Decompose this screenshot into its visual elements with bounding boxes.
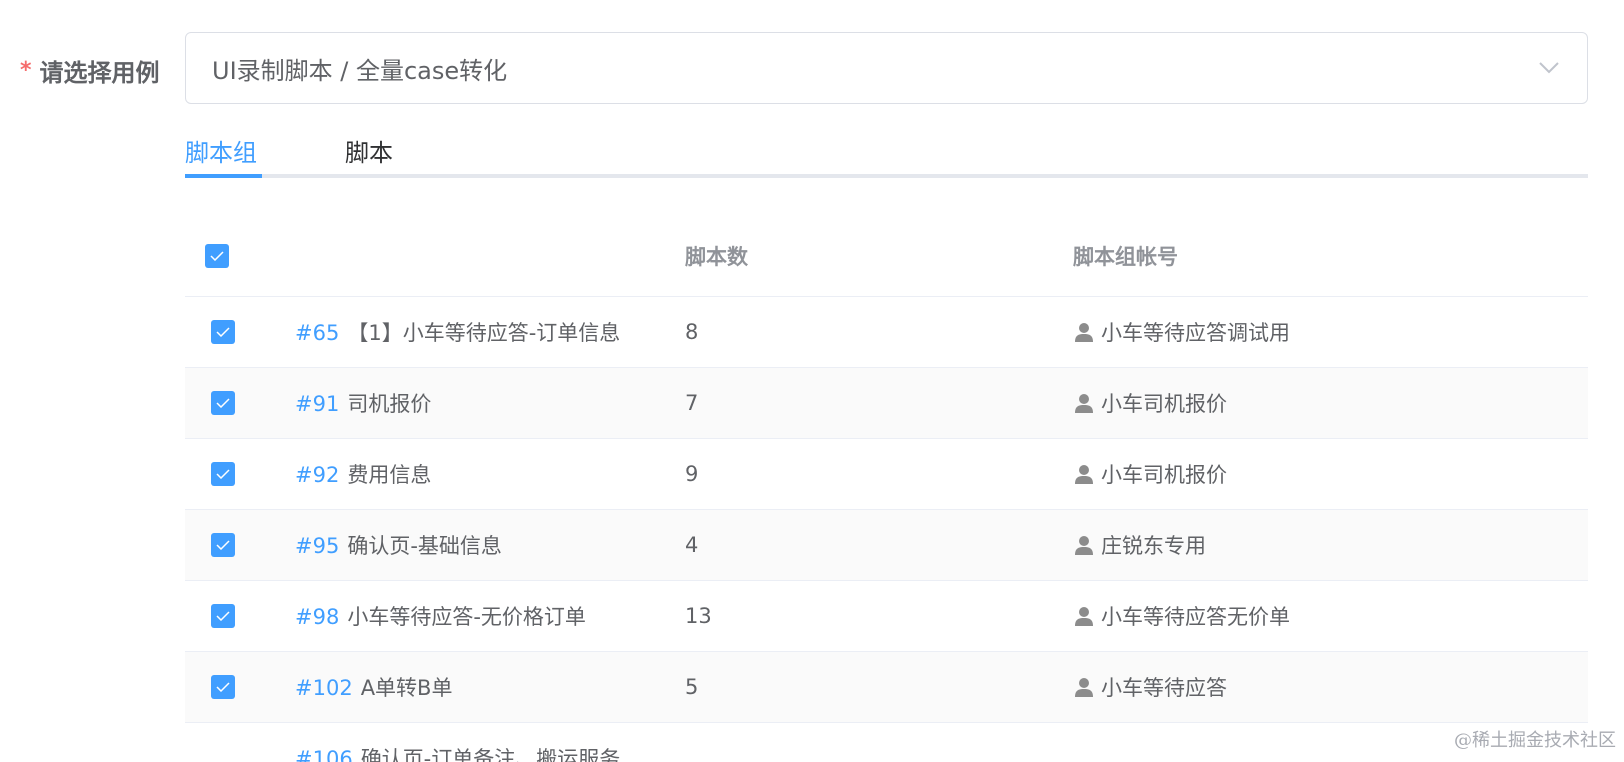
tab-script[interactable]: 脚本	[345, 126, 393, 174]
check-icon	[216, 682, 230, 692]
chevron-down-icon	[1537, 56, 1561, 80]
row-account: 小车司机报价	[1101, 392, 1227, 416]
script-group-table: 脚本数 脚本组帐号 #65 【1】小车等待应答-订单信息 8 小车等待应答调试用 #91…	[185, 215, 1588, 762]
row-name-cell: #98 小车等待应答-无价格订单	[295, 601, 685, 631]
row-checkbox[interactable]	[211, 675, 235, 699]
row-account-cell: 小车司机报价	[1073, 459, 1588, 489]
watermark: @稀土掘金技术社区	[1454, 730, 1616, 751]
row-id-link[interactable]: #91	[295, 392, 339, 416]
row-account-cell: 小车等待应答	[1073, 672, 1588, 702]
user-icon	[1073, 321, 1095, 343]
row-check-cell	[185, 391, 295, 415]
check-icon	[216, 469, 230, 479]
header-count: 脚本数	[685, 244, 748, 269]
check-icon	[210, 250, 224, 261]
case-select-value: UI录制脚本 / 全量case转化	[212, 56, 508, 85]
check-icon	[216, 540, 230, 550]
row-checkbox[interactable]	[211, 320, 235, 344]
table-header: 脚本数 脚本组帐号	[185, 215, 1588, 297]
row-account: 小车等待应答无价单	[1101, 605, 1290, 629]
row-check-cell	[185, 533, 295, 557]
row-account-cell: 小车司机报价	[1073, 388, 1588, 418]
select-all-checkbox[interactable]	[205, 243, 229, 268]
row-count: 8	[685, 320, 699, 344]
row-checkbox[interactable]	[211, 462, 235, 486]
row-name: 确认页-基础信息	[347, 534, 502, 558]
tabs-track	[185, 174, 1588, 178]
table-row[interactable]: #95 确认页-基础信息 4 庄锐东专用	[185, 510, 1588, 581]
table-row[interactable]: #98 小车等待应答-无价格订单 13 小车等待应答无价单	[185, 581, 1588, 652]
row-name-cell: #91 司机报价	[295, 388, 685, 418]
row-name: 司机报价	[347, 392, 432, 416]
form-label: * 请选择用例	[20, 50, 160, 90]
tab-script-group[interactable]: 脚本组	[185, 126, 257, 174]
row-count: 7	[685, 391, 699, 415]
row-name-cell: #92 费用信息	[295, 459, 685, 489]
table-row[interactable]: #91 司机报价 7 小车司机报价	[185, 368, 1588, 439]
check-icon	[216, 398, 230, 408]
row-checkbox[interactable]	[211, 604, 235, 628]
tab-active-indicator	[185, 174, 262, 178]
case-select[interactable]: UI录制脚本 / 全量case转化	[185, 32, 1588, 104]
row-count: 4	[685, 533, 699, 557]
row-id-link[interactable]: #98	[295, 605, 339, 629]
user-icon	[1073, 463, 1095, 485]
row-count: 5	[685, 675, 699, 699]
row-checkbox[interactable]	[211, 391, 235, 415]
check-icon	[216, 327, 230, 337]
row-account: 小车等待应答调试用	[1101, 321, 1290, 345]
row-account: 小车司机报价	[1101, 463, 1227, 487]
table-body: #65 【1】小车等待应答-订单信息 8 小车等待应答调试用 #91 司机报价 7 小车司机报…	[185, 297, 1588, 762]
row-count: 13	[685, 604, 712, 628]
table-row[interactable]: #102 A单转B单 5 小车等待应答	[185, 652, 1588, 723]
row-account-cell: 庄锐东专用	[1073, 530, 1588, 560]
row-checkbox[interactable]	[211, 533, 235, 557]
row-name-cell: #102 A单转B单	[295, 672, 685, 702]
table-row[interactable]: #106 确认页-订单备注、搬运服务	[185, 723, 1588, 762]
row-account-cell: 小车等待应答无价单	[1073, 601, 1588, 631]
user-icon	[1073, 534, 1095, 556]
row-id-link[interactable]: #95	[295, 534, 339, 558]
row-name-cell: #106 确认页-订单备注、搬运服务	[295, 743, 685, 762]
row-account-cell: 小车等待应答调试用	[1073, 317, 1588, 347]
row-name: 【1】小车等待应答-订单信息	[347, 321, 621, 345]
row-id-link[interactable]: #65	[295, 321, 339, 345]
table-row[interactable]: #65 【1】小车等待应答-订单信息 8 小车等待应答调试用	[185, 297, 1588, 368]
tabs: 脚本组 脚本	[185, 120, 1588, 178]
row-id-link[interactable]: #92	[295, 463, 339, 487]
row-check-cell	[185, 462, 295, 486]
row-id-link[interactable]: #106	[295, 747, 353, 762]
row-name: 费用信息	[347, 463, 432, 487]
header-account: 脚本组帐号	[1073, 244, 1178, 269]
check-icon	[216, 611, 230, 621]
table-row[interactable]: #92 费用信息 9 小车司机报价	[185, 439, 1588, 510]
user-icon	[1073, 392, 1095, 414]
row-count: 9	[685, 462, 699, 486]
form-label-text: 请选择用例	[39, 58, 160, 87]
row-check-cell	[185, 675, 295, 699]
row-check-cell	[185, 604, 295, 628]
required-mark: *	[20, 57, 32, 83]
row-name-cell: #65 【1】小车等待应答-订单信息	[295, 317, 685, 347]
row-name: A单转B单	[360, 676, 453, 700]
row-name: 小车等待应答-无价格订单	[347, 605, 586, 629]
row-name: 确认页-订单备注、搬运服务	[360, 747, 621, 762]
row-check-cell	[185, 320, 295, 344]
row-id-link[interactable]: #102	[295, 676, 353, 700]
row-account: 小车等待应答	[1101, 676, 1227, 700]
row-account: 庄锐东专用	[1101, 534, 1206, 558]
row-name-cell: #95 确认页-基础信息	[295, 530, 685, 560]
user-icon	[1073, 676, 1095, 698]
user-icon	[1073, 605, 1095, 627]
